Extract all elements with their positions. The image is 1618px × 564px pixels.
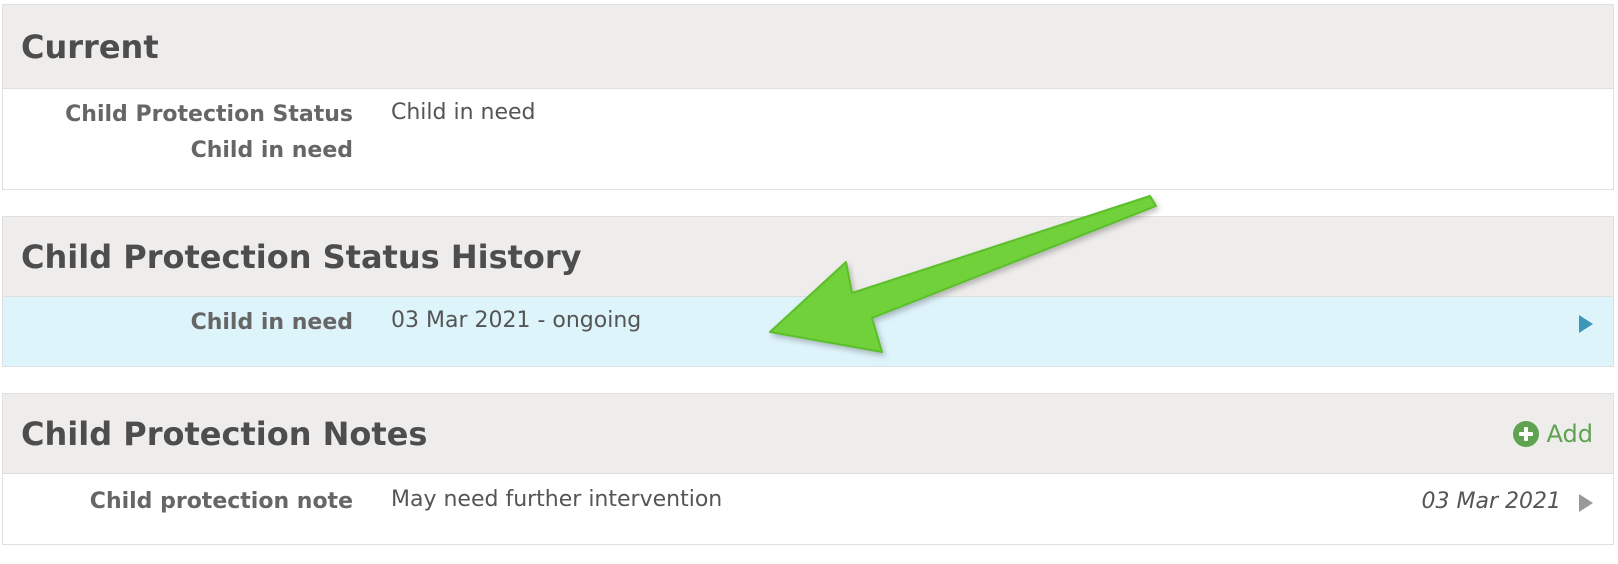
chevron-right-icon[interactable] [1579,494,1593,512]
notes-title: Child Protection Notes [21,415,428,453]
current-status-label: Child Protection Status Child in need [65,102,353,163]
history-panel: Child Protection Status History Child in… [2,216,1614,367]
add-circle-icon [1512,421,1539,447]
chevron-right-icon[interactable] [1579,315,1593,333]
add-note-button[interactable]: Add [1512,394,1593,474]
current-title: Current [21,28,159,66]
current-status-row: Child Protection Status Child in need Ch… [3,89,1613,189]
history-row[interactable]: Child in need 03 Mar 2021 - ongoing [3,297,1613,366]
notes-panel: Child Protection Notes Add Child protect… [2,393,1614,545]
note-row-value: May need further intervention [391,487,723,512]
history-row-label: Child in need [190,310,353,335]
history-row-value: 03 Mar 2021 - ongoing [391,308,642,333]
history-panel-header: Child Protection Status History [3,217,1613,297]
current-panel-header: Current [3,5,1613,89]
note-row-label: Child protection note [89,489,353,514]
add-label: Add [1546,420,1593,448]
history-title: Child Protection Status History [21,238,582,276]
notes-panel-header: Child Protection Notes Add [3,394,1613,474]
current-status-value: Child in need [391,100,536,125]
note-row-date: 03 Mar 2021 [1421,489,1561,514]
current-panel: Current Child Protection Status Child in… [2,4,1614,190]
note-row[interactable]: Child protection note May need further i… [3,474,1613,544]
